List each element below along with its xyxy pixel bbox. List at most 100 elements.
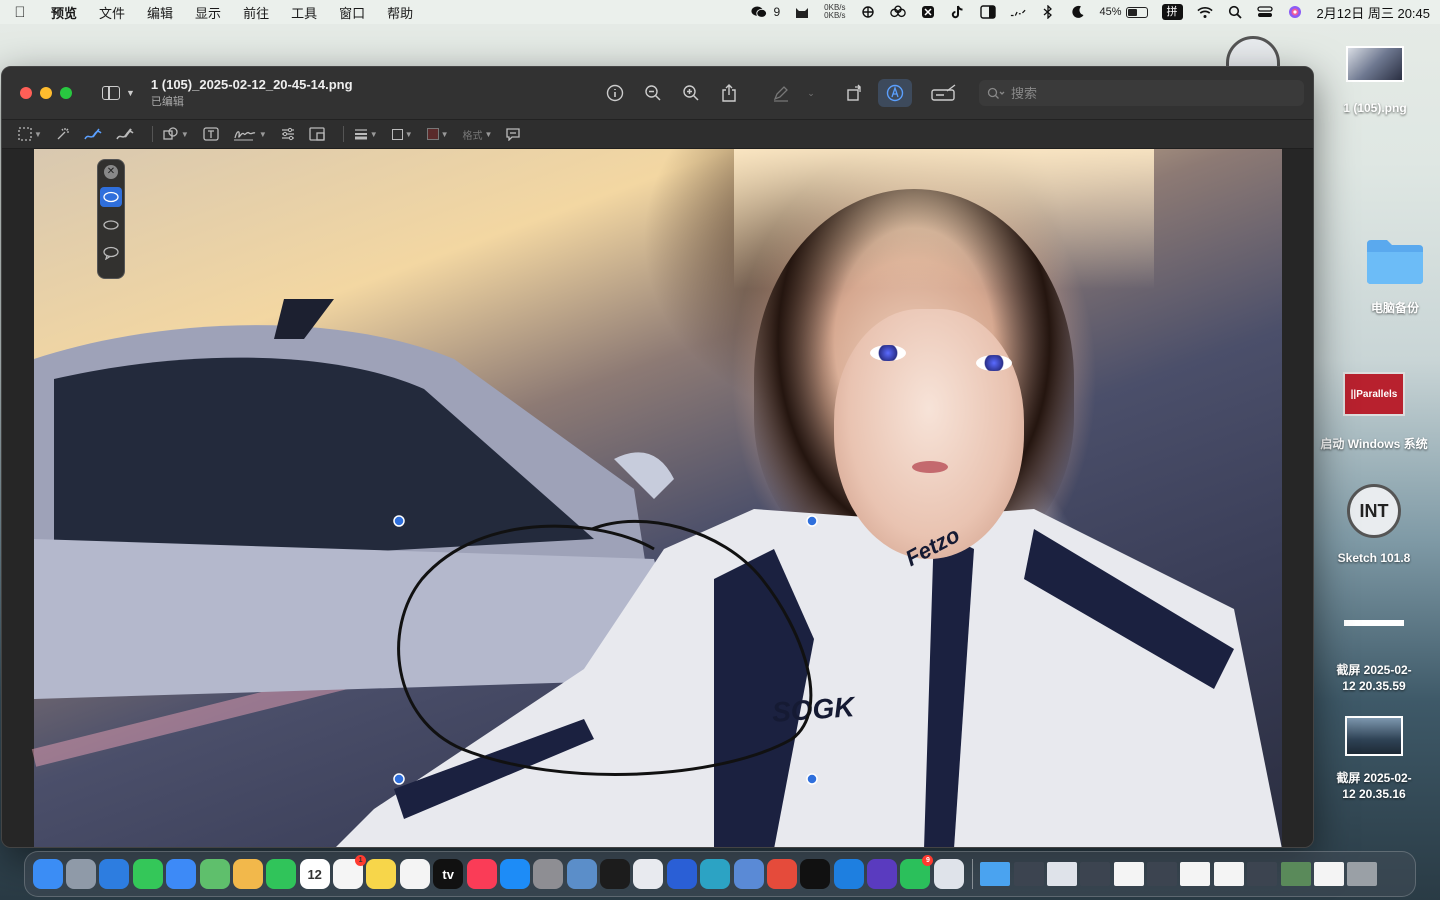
remote-desktop-icon[interactable] (933, 859, 964, 889)
tiktok-icon[interactable] (950, 5, 966, 19)
share-button[interactable] (710, 79, 748, 107)
text-format-button[interactable]: 格式 ▼ (463, 122, 493, 146)
safari-icon[interactable] (99, 859, 130, 889)
downloads-folder-icon[interactable] (980, 862, 1011, 886)
desktop-item-parallels[interactable]: ||Parallels 启动 Windows 系统 (1319, 372, 1429, 452)
menu-window[interactable]: 窗口 (328, 3, 376, 22)
highlight-menu-chevron-icon[interactable]: ⌄ (800, 79, 822, 107)
perplexity-icon[interactable] (860, 5, 876, 19)
recent-thumb-10[interactable] (1313, 862, 1344, 886)
launchpad-icon[interactable] (66, 859, 97, 889)
bluetooth-icon[interactable] (1040, 5, 1056, 19)
markup-button[interactable] (878, 79, 912, 107)
instant-alpha-button[interactable] (56, 122, 70, 146)
cloud-shape-option[interactable] (100, 187, 122, 207)
appstore-icon[interactable] (499, 859, 530, 889)
document-canvas[interactable]: SOGK Fetzo ✕ (2, 149, 1313, 847)
desktop-item-folder[interactable]: 电脑备份 (1350, 236, 1440, 316)
recent-thumb-7[interactable] (1213, 862, 1244, 886)
menu-tools[interactable]: 工具 (280, 3, 328, 22)
sidebar-toggle-icon[interactable] (979, 5, 996, 19)
apple-menu-icon[interactable]:  (0, 4, 40, 21)
sidebar-toggle-button[interactable]: ▼ (102, 86, 135, 100)
zoom-in-button[interactable] (672, 79, 710, 107)
document-title-block[interactable]: 1 (105)_2025-02-12_20-45-14.png 已编辑 (151, 77, 353, 109)
search-field[interactable] (979, 80, 1304, 106)
wifi-icon[interactable] (1196, 5, 1213, 19)
desktop-item-screenshot-2[interactable]: 截屏 2025-02-12 20.35.16 (1319, 716, 1429, 802)
menu-help[interactable]: 帮助 (376, 3, 424, 22)
finder-icon[interactable] (32, 859, 63, 889)
freeform-icon[interactable] (399, 859, 430, 889)
maps-icon[interactable] (199, 859, 230, 889)
settings-icon[interactable] (533, 859, 564, 889)
network-speed[interactable]: 0KB/s 0KB/s (824, 4, 845, 20)
appletv-icon[interactable]: tv (433, 859, 464, 889)
signature-button[interactable]: ▼ (233, 122, 267, 146)
box-icon[interactable] (733, 859, 764, 889)
speech-bubble-shape-option[interactable] (100, 243, 122, 263)
notes-icon[interactable] (366, 859, 397, 889)
ellipse-shape-option[interactable] (100, 215, 122, 235)
recent-thumb-9[interactable] (1280, 862, 1311, 886)
cat-icon[interactable] (794, 5, 810, 19)
battery-status[interactable]: 45% (1100, 6, 1148, 18)
recent-thumb-2[interactable] (1046, 862, 1077, 886)
document-image[interactable]: SOGK Fetzo (31, 149, 1282, 847)
border-color-button[interactable]: ▼ (391, 122, 413, 146)
tiktok-icon[interactable] (800, 859, 831, 889)
recent-thumb-4[interactable] (1113, 862, 1144, 886)
highlight-button[interactable] (762, 79, 800, 107)
shape-style-button[interactable]: ▼ (354, 122, 378, 146)
terminal-icon[interactable] (600, 859, 631, 889)
music-icon[interactable] (466, 859, 497, 889)
shapes-button[interactable]: ▼ (163, 122, 189, 146)
parallels-icon[interactable] (633, 859, 664, 889)
adjust-size-button[interactable] (309, 122, 325, 146)
siri-icon[interactable] (1287, 5, 1303, 19)
close-button[interactable] (20, 87, 32, 99)
spotlight-search-icon[interactable] (1227, 5, 1243, 19)
menu-go[interactable]: 前往 (232, 3, 280, 22)
windows-icon[interactable] (833, 859, 864, 889)
search-input[interactable] (1011, 85, 1291, 101)
palette-close-icon[interactable]: ✕ (104, 165, 118, 179)
reminders-icon[interactable]: 1 (333, 855, 367, 889)
fill-color-button[interactable]: ▼ (426, 122, 449, 146)
vpn-icon[interactable] (867, 859, 898, 889)
wechat-icon[interactable]: 9 (900, 855, 934, 889)
menu-edit[interactable]: 编辑 (136, 3, 184, 22)
recent-thumb-5[interactable] (1147, 862, 1178, 886)
draw-tool-button[interactable] (116, 122, 134, 146)
moon-icon[interactable] (1070, 5, 1086, 19)
recent-thumb-3[interactable] (1080, 862, 1111, 886)
edge-icon[interactable] (700, 859, 731, 889)
clock-datetime[interactable]: 2月12日 周三 20:45 (1317, 3, 1430, 22)
activity-icon[interactable] (1010, 5, 1026, 19)
control-center-icon[interactable] (1256, 5, 1273, 19)
zoom-button[interactable] (60, 87, 72, 99)
annotate-button[interactable] (506, 122, 521, 146)
mail-icon[interactable] (166, 859, 197, 889)
messages-icon[interactable] (132, 859, 163, 889)
preview-icon[interactable] (566, 859, 597, 889)
form-fill-button[interactable] (922, 79, 966, 107)
text-tool-button[interactable] (203, 122, 219, 146)
minimize-button[interactable] (40, 87, 52, 99)
recent-thumb-8[interactable] (1247, 862, 1278, 886)
cloud-sync-icon[interactable] (889, 5, 906, 19)
desktop-item-image[interactable]: 1 (105).png (1320, 46, 1430, 116)
desktop-item-sketch[interactable]: INT Sketch 101.8 (1319, 484, 1429, 566)
desktop-item-screenshot-1[interactable]: 截屏 2025-02-12 20.35.59 (1319, 620, 1429, 694)
recent-thumb-1[interactable] (1013, 862, 1044, 886)
calendar-icon[interactable]: 12 (299, 859, 330, 889)
trash-icon[interactable] (1347, 862, 1378, 886)
capcut-icon[interactable] (920, 5, 936, 19)
info-button[interactable] (596, 79, 634, 107)
selection-tool-button[interactable]: ▼ (18, 122, 42, 146)
adjust-color-button[interactable] (281, 122, 295, 146)
menu-view[interactable]: 显示 (184, 3, 232, 22)
quicktime-icon[interactable] (666, 859, 697, 889)
photos-icon[interactable] (232, 859, 263, 889)
rotate-button[interactable] (836, 79, 874, 107)
